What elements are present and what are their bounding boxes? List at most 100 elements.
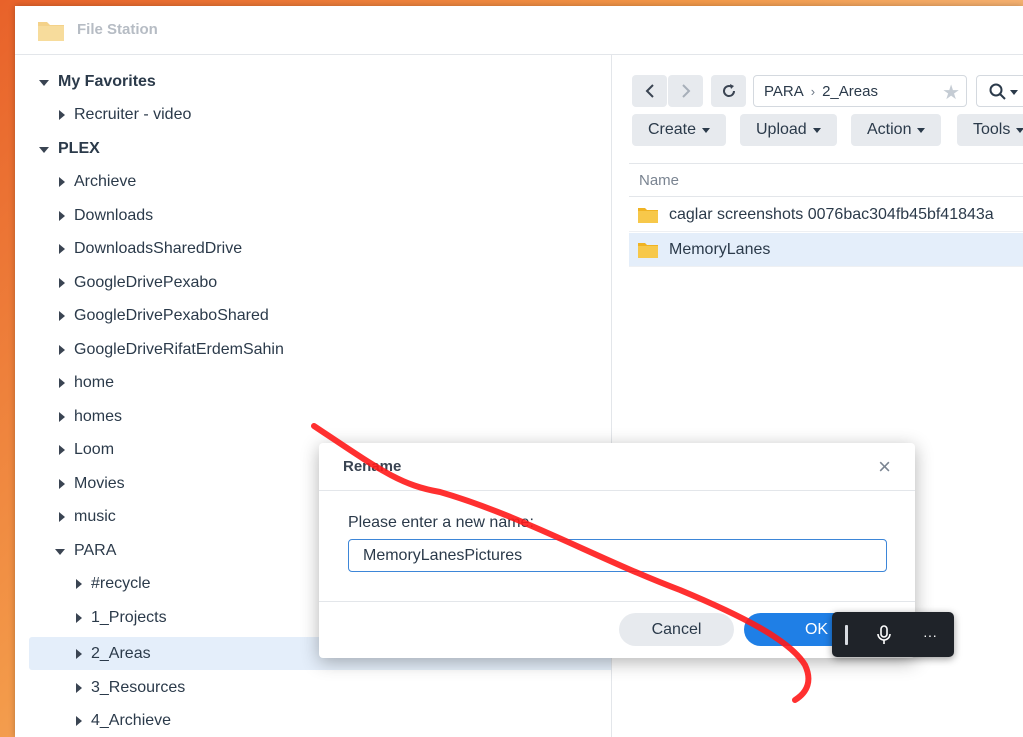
- caret-right-icon[interactable]: [59, 411, 65, 422]
- chevron-down-icon: [812, 127, 821, 133]
- tree-item-downloadsshareddrive[interactable]: DownloadsSharedDrive: [29, 232, 611, 265]
- chevron-down-icon: [917, 127, 926, 133]
- upload-label: Upload: [756, 121, 807, 138]
- caret-right-icon[interactable]: [59, 478, 65, 489]
- create-label: Create: [648, 121, 697, 138]
- cancel-button[interactable]: Cancel: [619, 613, 734, 646]
- file-name: caglar screenshots 0076bac304fb45bf41843…: [669, 205, 994, 223]
- caret-right-icon[interactable]: [76, 612, 82, 623]
- caret-right-icon[interactable]: [59, 377, 65, 388]
- caret-right-icon[interactable]: [59, 210, 65, 221]
- refresh-button[interactable]: [711, 75, 746, 107]
- tree-item-archieve[interactable]: Archieve: [29, 165, 611, 198]
- forward-button[interactable]: [668, 75, 703, 107]
- caret-right-icon[interactable]: [59, 176, 65, 187]
- file-row[interactable]: MemoryLanes: [629, 233, 1023, 267]
- search-icon: [989, 83, 1006, 100]
- title-bar: File Station: [15, 6, 1023, 55]
- chevron-left-icon: [645, 84, 654, 98]
- caret-right-icon[interactable]: [76, 578, 82, 589]
- rename-dialog: Rename × Please enter a new name: Cancel…: [319, 443, 915, 658]
- tree-item-recruiter-video[interactable]: Recruiter - video: [29, 98, 611, 131]
- column-header-label: Name: [639, 171, 680, 189]
- tree-item-downloads[interactable]: Downloads: [29, 199, 611, 232]
- breadcrumb-segment[interactable]: PARA: [764, 83, 804, 100]
- caret-down-icon[interactable]: [39, 146, 49, 153]
- floating-toolbar: ···: [832, 612, 954, 657]
- create-button[interactable]: Create: [632, 114, 727, 146]
- tree-label: home: [74, 373, 115, 391]
- rename-prompt: Please enter a new name:: [348, 514, 534, 531]
- folder-icon: [638, 207, 658, 223]
- tree-group-plex[interactable]: PLEX: [29, 132, 607, 165]
- caret-right-icon[interactable]: [59, 109, 65, 120]
- tree-label: GoogleDriveRifatErdemSahin: [74, 340, 284, 358]
- folder-icon: [37, 18, 65, 47]
- tree-item-4-archieve[interactable]: 4_Archieve: [29, 704, 611, 737]
- folder-icon: [638, 242, 658, 258]
- tree-item-googledriverifaterdemsahin[interactable]: GoogleDriveRifatErdemSahin: [29, 333, 611, 366]
- tree-label: DownloadsSharedDrive: [74, 239, 243, 257]
- chevron-down-icon: [702, 127, 711, 133]
- more-button[interactable]: ···: [912, 612, 948, 657]
- star-icon[interactable]: ★: [942, 80, 960, 105]
- tree-label: 1_Projects: [91, 608, 167, 626]
- chevron-down-icon: [1016, 127, 1023, 133]
- tree-label: PLEX: [58, 139, 100, 157]
- breadcrumb-segment[interactable]: 2_Areas: [822, 83, 878, 100]
- action-button[interactable]: Action: [851, 114, 942, 146]
- file-name: MemoryLanes: [669, 240, 771, 258]
- tree-label: 3_Resources: [91, 678, 186, 696]
- caret-right-icon[interactable]: [59, 344, 65, 355]
- refresh-icon: [722, 84, 735, 97]
- tree-group-my-favorites[interactable]: My Favorites: [29, 65, 607, 98]
- upload-button[interactable]: Upload: [740, 114, 837, 146]
- tree-label: Downloads: [74, 206, 154, 224]
- caret-right-icon[interactable]: [76, 682, 82, 693]
- caret-right-icon[interactable]: [59, 310, 65, 321]
- caret-right-icon[interactable]: [59, 277, 65, 288]
- chevron-down-icon[interactable]: [1010, 90, 1018, 95]
- tree-item-googledrivepexaboshared[interactable]: GoogleDrivePexaboShared: [29, 299, 611, 332]
- microphone-icon: [877, 624, 891, 644]
- microphone-button[interactable]: [866, 612, 902, 657]
- caret-right-icon[interactable]: [76, 715, 82, 726]
- caret-right-icon[interactable]: [59, 243, 65, 254]
- tree-label: PARA: [74, 541, 117, 559]
- tree-label: Recruiter - video: [74, 105, 192, 123]
- path-bar[interactable]: PARA › 2_Areas ★: [753, 75, 967, 107]
- breadcrumb-separator: ›: [810, 83, 816, 99]
- tree-item-homes[interactable]: homes: [29, 400, 611, 433]
- tree-label: homes: [74, 407, 123, 425]
- tools-label: Tools: [973, 121, 1011, 138]
- tree-label: Movies: [74, 474, 125, 492]
- dialog-header: Rename ×: [319, 443, 915, 491]
- tree-label: GoogleDrivePexaboShared: [74, 306, 269, 324]
- new-name-input[interactable]: [348, 539, 887, 572]
- tools-button[interactable]: Tools: [957, 114, 1023, 146]
- cursor-bar-icon: [844, 624, 848, 645]
- more-icon: ···: [923, 626, 937, 643]
- tree-label: GoogleDrivePexabo: [74, 273, 218, 291]
- caret-right-icon[interactable]: [59, 444, 65, 455]
- tree-label: Loom: [74, 440, 115, 458]
- back-button[interactable]: [632, 75, 667, 107]
- tree-item-3-resources[interactable]: 3_Resources: [29, 671, 611, 704]
- caret-down-icon[interactable]: [39, 79, 49, 86]
- tree-label: Archieve: [74, 172, 137, 190]
- caret-down-icon[interactable]: [55, 548, 65, 555]
- app-title: File Station: [77, 21, 158, 38]
- tree-label: #recycle: [91, 574, 151, 592]
- tree-item-googledrivepexabo[interactable]: GoogleDrivePexabo: [29, 266, 611, 299]
- file-row[interactable]: caglar screenshots 0076bac304fb45bf41843…: [629, 198, 1023, 232]
- close-icon[interactable]: ×: [878, 454, 891, 480]
- tree-item-home[interactable]: home: [29, 366, 611, 399]
- drag-handle[interactable]: [838, 612, 854, 657]
- caret-right-icon[interactable]: [59, 511, 65, 522]
- tree-label: 4_Archieve: [91, 711, 172, 729]
- column-header-name[interactable]: Name: [629, 163, 1023, 197]
- search-input[interactable]: [976, 75, 1023, 107]
- tree-label: My Favorites: [58, 72, 156, 90]
- dialog-title: Rename: [343, 458, 402, 475]
- caret-right-icon[interactable]: [76, 648, 82, 659]
